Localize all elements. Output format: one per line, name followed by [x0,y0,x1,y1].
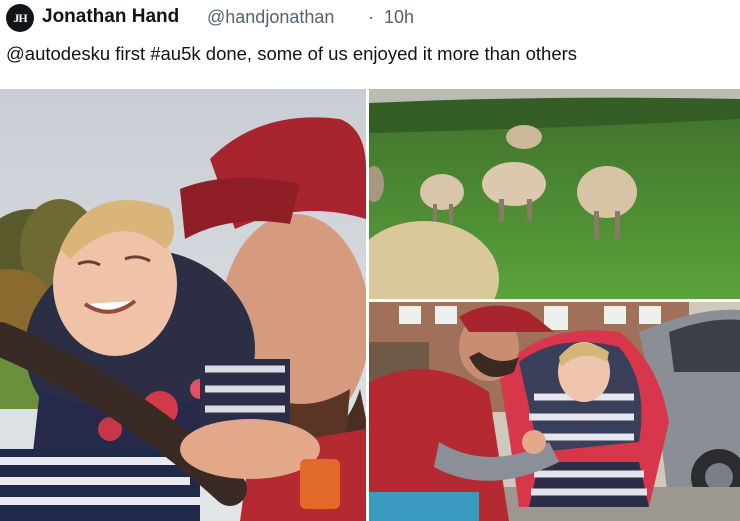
display-name[interactable]: Jonathan Hand [42,6,179,28]
separator-dot: · [368,7,374,27]
tweet-header: JH Jonathan Hand @handjonathan · 10h [0,0,740,36]
user-handle[interactable]: @handjonathan [207,7,334,28]
media-grid [0,89,740,521]
avatar[interactable]: JH [6,4,34,32]
photo-stroller[interactable] [369,302,740,521]
tweet-timestamp[interactable]: 10h [384,7,414,28]
photo-sheep-image [369,89,740,299]
tweet-text: @autodesku first #au5k done, some of us … [6,43,578,64]
photo-stroller-image [369,302,740,521]
photo-selfie-image [0,89,366,521]
photo-sheep[interactable] [369,89,740,299]
photo-selfie[interactable] [0,89,366,521]
